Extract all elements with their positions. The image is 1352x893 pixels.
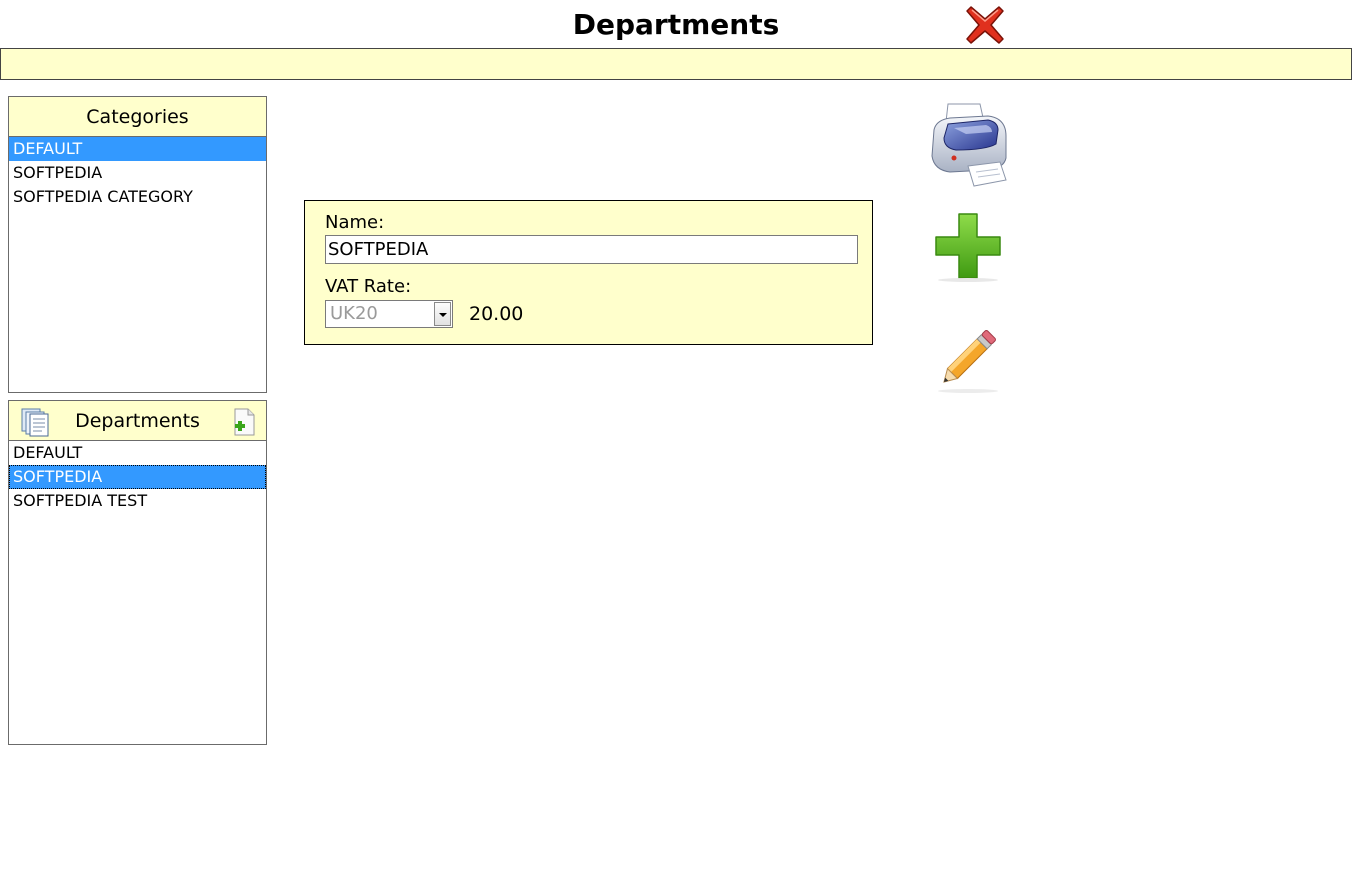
category-item-default[interactable]: DEFAULT bbox=[9, 137, 266, 161]
page-title: Departments bbox=[572, 8, 780, 41]
vat-rate-select-value: UK20 bbox=[330, 303, 378, 324]
department-item-softpedia-test[interactable]: SOFTPEDIA TEST bbox=[9, 489, 266, 513]
name-label: Name: bbox=[325, 212, 385, 233]
add-document-icon[interactable] bbox=[229, 407, 257, 437]
department-item-default[interactable]: DEFAULT bbox=[9, 441, 266, 465]
categories-header: Categories bbox=[9, 97, 266, 137]
document-list-icon[interactable] bbox=[20, 407, 50, 437]
vat-rate-label: VAT Rate: bbox=[325, 276, 412, 297]
department-form: Name: SOFTPEDIA VAT Rate: UK20 20.00 bbox=[304, 200, 873, 345]
departments-header-label: Departments bbox=[75, 410, 200, 432]
add-button[interactable] bbox=[932, 210, 1004, 282]
edit-button[interactable] bbox=[932, 322, 1004, 394]
status-bar bbox=[0, 48, 1352, 80]
categories-list: DEFAULT SOFTPEDIA SOFTPEDIA CATEGORY bbox=[9, 137, 266, 209]
category-item-softpedia-category[interactable]: SOFTPEDIA CATEGORY bbox=[9, 185, 266, 209]
vat-rate-select[interactable]: UK20 bbox=[325, 300, 453, 328]
plus-icon bbox=[935, 213, 1001, 282]
departments-panel: Departments DEFAULT SOFTPEDIA SOFTPEDIA … bbox=[8, 400, 267, 745]
vat-rate-value: 20.00 bbox=[469, 303, 524, 325]
printer-icon bbox=[931, 103, 1007, 187]
chevron-down-icon[interactable] bbox=[434, 302, 451, 326]
departments-list: DEFAULT SOFTPEDIA SOFTPEDIA TEST bbox=[9, 441, 266, 513]
pencil-icon bbox=[938, 330, 998, 393]
category-item-softpedia[interactable]: SOFTPEDIA bbox=[9, 161, 266, 185]
departments-header: Departments bbox=[9, 401, 266, 441]
close-button[interactable] bbox=[964, 4, 1006, 46]
print-button[interactable] bbox=[926, 100, 1010, 188]
name-input[interactable]: SOFTPEDIA bbox=[325, 235, 858, 264]
department-item-softpedia[interactable]: SOFTPEDIA bbox=[9, 465, 266, 489]
close-icon bbox=[966, 6, 1004, 44]
categories-panel: Categories DEFAULT SOFTPEDIA SOFTPEDIA C… bbox=[8, 96, 267, 393]
